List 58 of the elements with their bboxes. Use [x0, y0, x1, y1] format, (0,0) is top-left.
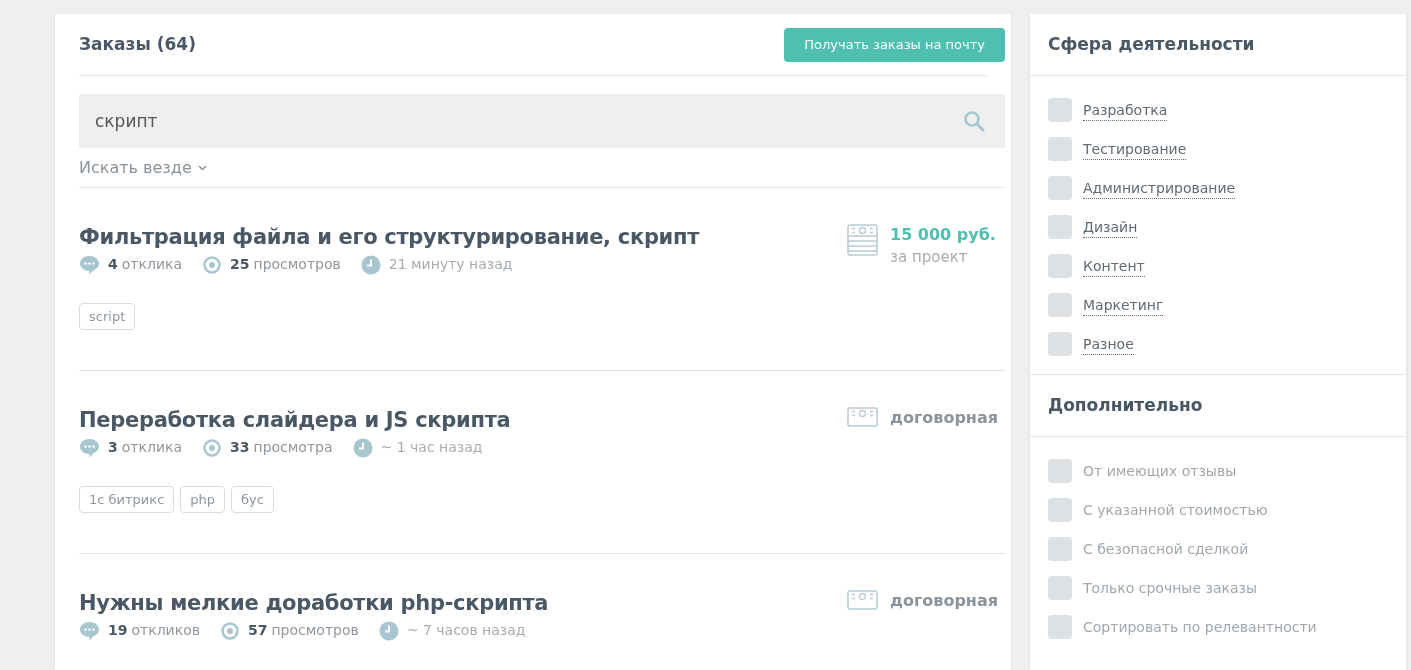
- clock-icon: [378, 620, 399, 641]
- checkbox[interactable]: [1048, 615, 1072, 639]
- tag[interactable]: php: [180, 486, 226, 513]
- eye-icon: [202, 254, 222, 275]
- time-text: ~ 7 часов назад: [406, 621, 526, 640]
- price-text: 15 000 руб.: [890, 224, 996, 246]
- checkbox[interactable]: [1048, 459, 1072, 483]
- panel-title: Заказы (64): [79, 32, 196, 56]
- search-scope-link[interactable]: Искать везде: [79, 155, 192, 180]
- checkbox[interactable]: [1048, 537, 1072, 561]
- section-title: Сфера деятельности: [1048, 32, 1255, 56]
- banknote-icon: [847, 590, 878, 610]
- tag[interactable]: бус: [231, 486, 274, 513]
- stat-text: 25 просмотров: [230, 255, 341, 274]
- category-link[interactable]: Разработка: [1083, 99, 1168, 121]
- clock-icon: [352, 437, 373, 458]
- checkbox[interactable]: [1048, 137, 1072, 161]
- banknote-icon: [847, 407, 878, 427]
- order-title-link[interactable]: Нужны мелкие доработки php-скрипта: [79, 588, 549, 618]
- tag[interactable]: 1с битрикс: [79, 486, 175, 513]
- order-title-link[interactable]: Переработка слайдера и JS скрипта: [79, 405, 511, 435]
- stat-text: 3 отклика: [108, 438, 182, 457]
- search-icon[interactable]: [963, 110, 985, 132]
- search-field[interactable]: скрипт: [79, 94, 1005, 148]
- checkbox[interactable]: [1048, 176, 1072, 200]
- category-link[interactable]: Контент: [1083, 255, 1145, 277]
- category-link[interactable]: Маркетинг: [1083, 294, 1164, 316]
- eye-icon: [202, 437, 222, 458]
- chevron-down-icon[interactable]: [197, 164, 207, 171]
- order-title-link[interactable]: Фильтрация файла и его структурирование, скрипт: [79, 222, 700, 252]
- price-text: договорная: [890, 407, 998, 429]
- stat-text: 57 просмотров: [248, 621, 359, 640]
- time-text: ~ 1 час назад: [380, 438, 483, 457]
- checkbox[interactable]: [1048, 293, 1072, 317]
- speech-bubble-icon: [79, 254, 100, 275]
- checkbox[interactable]: [1048, 498, 1072, 522]
- section-title: Дополнительно: [1048, 393, 1203, 417]
- checkbox[interactable]: [1048, 215, 1072, 239]
- price-text: договорная: [890, 590, 998, 612]
- category-link[interactable]: Администрирование: [1083, 177, 1236, 199]
- eye-icon: [220, 620, 240, 641]
- category-link[interactable]: Разное: [1083, 333, 1134, 355]
- stat-text: 4 отклика: [108, 255, 182, 274]
- category-link[interactable]: Тестирование: [1083, 138, 1187, 160]
- time-text: 21 минуту назад: [388, 255, 513, 274]
- checkbox[interactable]: [1048, 576, 1072, 600]
- stat-text: 33 просмотра: [230, 438, 333, 457]
- checkbox[interactable]: [1048, 98, 1072, 122]
- category-link[interactable]: Дизайн: [1083, 216, 1138, 238]
- stat-text: 19 откликов: [108, 621, 200, 640]
- banknote-icon: [847, 224, 878, 256]
- clock-icon: [360, 254, 381, 275]
- price-note: за проект: [890, 247, 969, 268]
- speech-bubble-icon: [79, 437, 100, 458]
- tag[interactable]: script: [79, 303, 136, 330]
- speech-bubble-icon: [79, 620, 100, 641]
- checkbox[interactable]: [1048, 254, 1072, 278]
- checkbox[interactable]: [1048, 332, 1072, 356]
